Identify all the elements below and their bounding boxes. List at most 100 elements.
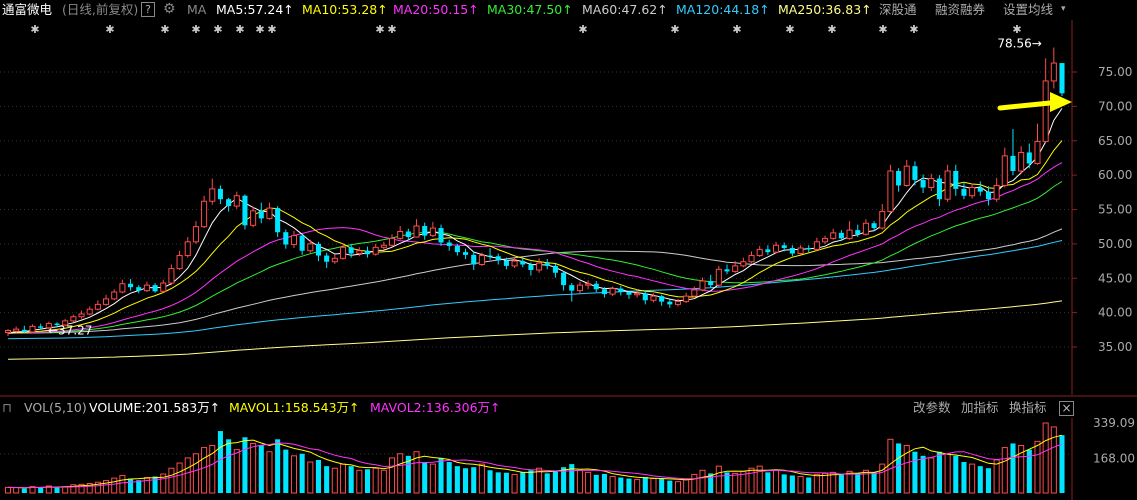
candle-body-down <box>789 248 795 254</box>
volume-bar-down <box>242 437 248 493</box>
candle-body-up <box>928 178 935 188</box>
candle-body-up <box>634 292 641 296</box>
candle-body-down <box>561 272 567 286</box>
event-marker-icon: ✱ <box>387 23 396 36</box>
volume-bar-up <box>650 478 657 494</box>
volume-bar-up <box>797 475 804 494</box>
candle-body-down <box>936 178 942 200</box>
event-marker-icon: ✱ <box>30 23 39 36</box>
candle-body-down <box>226 199 232 207</box>
candle-body-up <box>201 200 208 228</box>
price-tick-label: 45.00 <box>1098 271 1132 285</box>
candle-body-up <box>86 308 93 315</box>
volume-bar-up <box>944 453 951 494</box>
candle-body-up <box>70 316 77 322</box>
max-price-label: 78.56→ <box>997 37 1041 51</box>
volume-bar-down <box>920 455 926 493</box>
candle-body-down <box>299 235 305 251</box>
volume-bar-up <box>339 463 347 494</box>
ma5-line <box>7 108 1063 334</box>
volume-bar-down <box>21 488 27 493</box>
volume-bar-down <box>896 443 902 493</box>
candle-body-down <box>912 166 918 180</box>
volume-bar-down <box>601 474 607 493</box>
volume-bar-up <box>699 469 706 494</box>
candle-body-up <box>331 257 338 263</box>
ma20-line <box>7 162 1063 334</box>
candle-body-down <box>258 210 264 219</box>
candle-body-down <box>446 242 452 246</box>
volume-bar-up <box>887 438 894 494</box>
candle-body-up <box>29 325 36 333</box>
volume-bar-down <box>463 468 469 493</box>
candle-body-down <box>217 188 223 200</box>
candle-body-up <box>846 229 853 239</box>
candle-body-up <box>78 313 85 318</box>
volume-bar-down <box>54 487 60 493</box>
event-marker-icon: ✱ <box>670 23 679 36</box>
volume-bar-up <box>372 467 379 494</box>
volume-bar-up <box>609 475 616 494</box>
volume-bar-down <box>495 472 501 493</box>
volume-bar-down <box>806 477 812 493</box>
candle-body-up <box>1001 155 1008 186</box>
volume-bar-down <box>128 478 134 493</box>
candle-body-down <box>405 231 411 237</box>
candle-body-up <box>413 225 420 238</box>
candle-body-up <box>732 265 739 272</box>
volume-bar-down <box>217 431 223 493</box>
candle-body-up <box>756 248 763 257</box>
volume-bar-up <box>732 472 739 494</box>
volume-bar-down <box>446 462 452 493</box>
candle-body-down <box>152 285 158 292</box>
volume-bar-down <box>299 453 305 493</box>
event-marker-icon: ✱ <box>105 23 114 36</box>
candle-body-up <box>699 280 706 291</box>
volume-bar-up <box>380 469 387 494</box>
candle-body-down <box>520 261 526 265</box>
candle-body-down <box>961 188 967 196</box>
arrow-shaft <box>997 100 1053 111</box>
event-marker-icon: ✱ <box>732 23 741 36</box>
kline-chart[interactable]: ✱ ✱ ✱ ✱ ✱ ✱ ✱ ✱ ✱ ✱ ✱ ✱ ✱ ✱ ✱ ✱ ✱ ✱ 75.0070.0065.0060.005… <box>0 0 1137 500</box>
candle-body-up <box>830 232 837 239</box>
candle-body-up <box>993 184 1000 200</box>
candle-body-up <box>143 284 150 292</box>
volume-bar-down <box>618 477 624 493</box>
candle-body-up <box>862 222 869 235</box>
volume-bar-down <box>422 462 428 493</box>
volume-bar-up <box>772 469 780 494</box>
candle-body-up <box>1042 80 1049 142</box>
candle-body-down <box>953 171 959 189</box>
volume-bar-up <box>176 462 183 494</box>
volume-bar-up <box>813 473 820 494</box>
candle-body-down <box>38 326 44 328</box>
volume-bar-down <box>258 445 264 493</box>
candle-body-up <box>176 255 183 270</box>
event-marker-icon: ✱ <box>578 23 587 36</box>
candle-body-down <box>348 247 354 254</box>
candle-body-down <box>364 250 371 255</box>
candle-body-down <box>454 245 460 253</box>
event-marker-icon: ✱ <box>160 23 169 36</box>
volume-tick-label: 168.00 <box>1093 451 1135 465</box>
volume-bar-up <box>576 469 583 494</box>
volume-bar-up <box>356 469 363 494</box>
volume-bar-down <box>152 476 158 493</box>
price-tick-label: 50.00 <box>1098 237 1132 251</box>
candle-body-down <box>896 171 902 186</box>
price-tick-label: 60.00 <box>1098 168 1132 182</box>
volume-bar-down <box>348 466 354 493</box>
candle-body-up <box>1034 140 1041 164</box>
volume-bar-down <box>626 478 632 493</box>
volume-bar-down <box>324 466 330 493</box>
volume-bar-down <box>364 469 371 493</box>
volume-bar-up <box>250 442 257 494</box>
candle-body-up <box>209 188 216 202</box>
volume-bar-down <box>936 451 942 493</box>
candle-body-up <box>903 165 910 186</box>
event-marker-icon: ✱ <box>375 23 384 36</box>
candle-body-down <box>324 255 330 262</box>
candle-body-down <box>1026 152 1032 164</box>
volume-bar-down <box>659 478 665 493</box>
